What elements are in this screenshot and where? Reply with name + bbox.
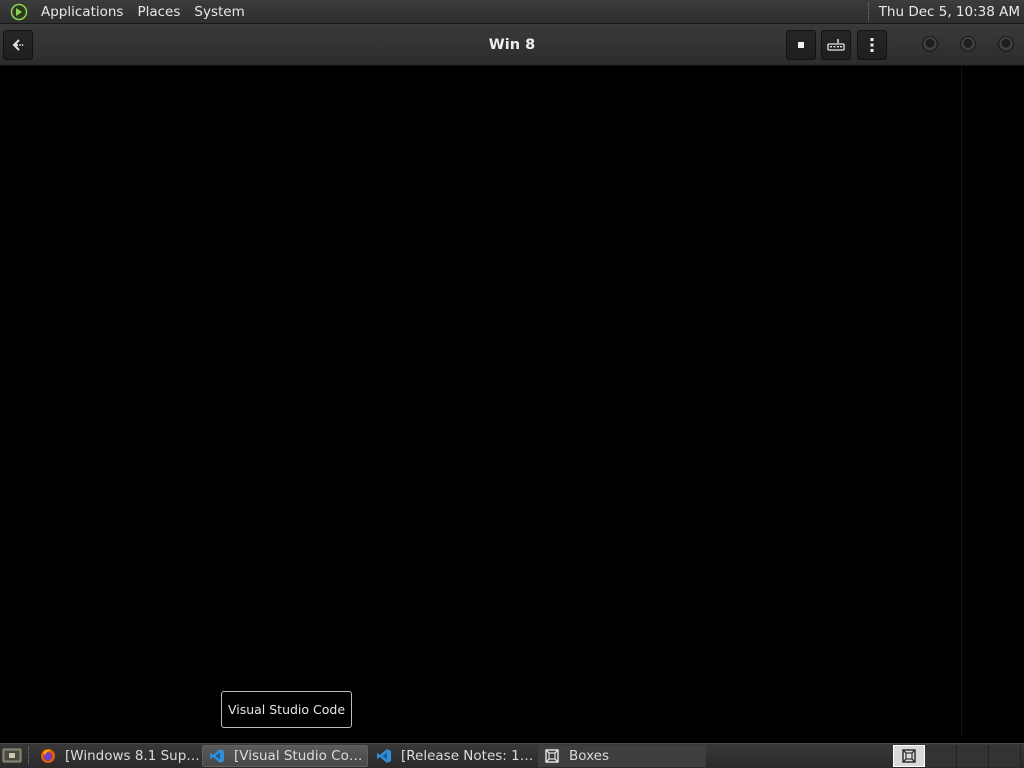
system-menu[interactable]: System bbox=[187, 0, 251, 24]
vm-display[interactable]: Visual Studio Code bbox=[0, 66, 1024, 743]
places-menu[interactable]: Places bbox=[130, 0, 187, 24]
applications-menu[interactable]: Applications bbox=[34, 0, 130, 24]
menu-button[interactable] bbox=[857, 30, 887, 60]
send-keys-button[interactable] bbox=[821, 30, 851, 60]
taskbar-tooltip: Visual Studio Code bbox=[221, 691, 352, 728]
workspace-2[interactable] bbox=[925, 745, 957, 767]
keyboard-icon bbox=[827, 39, 845, 51]
task-label: [Windows 8.1 Super Lite] bbox=[65, 748, 200, 764]
minimize-button[interactable] bbox=[922, 36, 938, 52]
workspace-3[interactable] bbox=[957, 745, 989, 767]
maximize-button[interactable] bbox=[960, 36, 976, 52]
workspace-4[interactable] bbox=[989, 745, 1021, 767]
distro-logo-icon[interactable] bbox=[9, 2, 29, 22]
top-panel: Applications Places System Thu Dec 5, 10… bbox=[0, 0, 1024, 24]
panel-separator bbox=[867, 2, 871, 21]
task-label: [Visual Studio Code] bbox=[234, 748, 367, 764]
stop-icon bbox=[798, 42, 804, 48]
task-label: [Release Notes: 1.91] bbox=[401, 748, 536, 764]
stop-button[interactable] bbox=[786, 30, 816, 60]
vscode-icon bbox=[376, 748, 392, 764]
bottom-taskbar: [Windows 8.1 Super Lite] [Visual Studio … bbox=[0, 743, 1024, 768]
firefox-icon bbox=[40, 748, 56, 764]
workspace-1[interactable] bbox=[893, 745, 925, 767]
back-icon bbox=[12, 39, 24, 51]
clock[interactable]: Thu Dec 5, 10:38 AM bbox=[879, 0, 1024, 24]
back-button[interactable] bbox=[3, 30, 33, 60]
workspace-switcher bbox=[893, 745, 1023, 767]
task-vscode[interactable]: [Visual Studio Code] bbox=[202, 745, 368, 767]
task-label: Boxes bbox=[569, 748, 610, 764]
more-vertical-icon bbox=[870, 38, 874, 52]
task-firefox[interactable]: [Windows 8.1 Super Lite] bbox=[34, 745, 200, 767]
task-boxes[interactable]: Boxes bbox=[538, 745, 706, 767]
vscode-icon bbox=[209, 748, 225, 764]
display-edge bbox=[961, 66, 962, 736]
close-button[interactable] bbox=[998, 36, 1014, 52]
show-desktop-icon[interactable] bbox=[2, 747, 22, 764]
boxes-icon bbox=[544, 748, 560, 764]
boxes-headerbar: Win 8 bbox=[0, 24, 1024, 66]
boxes-icon bbox=[902, 749, 916, 763]
taskbar-separator bbox=[28, 747, 31, 765]
task-release-notes[interactable]: [Release Notes: 1.91] bbox=[370, 745, 536, 767]
